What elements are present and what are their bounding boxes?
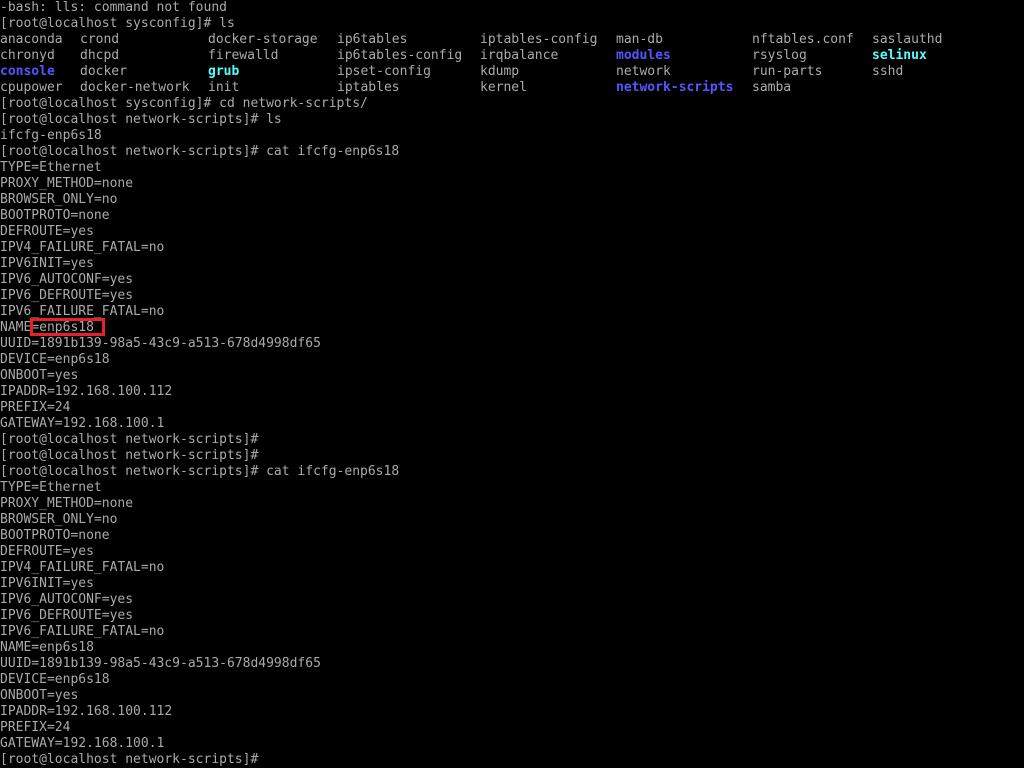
ls-entry-file: ip6tables <box>337 32 408 47</box>
ls-entry-file: anaconda <box>0 32 63 47</box>
terminal-line: -bash: lls: command not found <box>0 0 227 15</box>
prompt-line: [root@localhost sysconfig]# cd network-s… <box>0 96 368 111</box>
output-line: NAME=enp6s18 <box>0 320 94 335</box>
ls-entry-file: irqbalance <box>480 48 559 63</box>
prompt-line: [root@localhost network-scripts]# ls <box>0 112 282 127</box>
output-line: GATEWAY=192.168.100.1 <box>0 416 165 431</box>
ls-entry-file: saslauthd <box>872 32 943 47</box>
ls-entry-file: dhcpd <box>80 48 120 63</box>
terminal-window[interactable]: -bash: lls: command not found [root@loca… <box>0 0 1024 768</box>
output-line: IPV6_FAILURE_FATAL=no <box>0 304 165 319</box>
output-line: UUID=1891b139-98a5-43c9-a513-678d4998df6… <box>0 656 321 671</box>
prompt-line: [root@localhost network-scripts]# <box>0 448 259 463</box>
output-line: UUID=1891b139-98a5-43c9-a513-678d4998df6… <box>0 336 321 351</box>
output-line: DEVICE=enp6s18 <box>0 352 110 367</box>
output-line: DEVICE=enp6s18 <box>0 672 110 687</box>
output-line: IPV6INIT=yes <box>0 256 94 271</box>
ls-entry-file: docker-network <box>80 80 190 95</box>
output-line: IPV6_FAILURE_FATAL=no <box>0 624 165 639</box>
output-line: PROXY_METHOD=none <box>0 496 134 511</box>
prompt-line: [root@localhost network-scripts]# cat if… <box>0 464 400 479</box>
output-line: BROWSER_ONLY=no <box>0 192 118 207</box>
ls-entry-file: docker-storage <box>208 32 318 47</box>
ls-entry-file: firewalld <box>208 48 279 63</box>
output-line: DEFROUTE=yes <box>0 224 94 239</box>
output-line: ifcfg-enp6s18 <box>0 128 102 143</box>
ls-entry-file: ipset-config <box>337 64 431 79</box>
ls-entry-symlink: grub <box>208 64 240 79</box>
ls-row: chronyd dhcpd firewalld ip6tables-config irq… <box>0 48 1024 64</box>
output-line: IPV6_AUTOCONF=yes <box>0 272 134 287</box>
output-line: IPV6_AUTOCONF=yes <box>0 592 134 607</box>
ls-output: anaconda crond docker-storage ip6tables ipta… <box>0 32 1024 96</box>
ls-entry-file: crond <box>80 32 120 47</box>
output-line: NAME=enp6s18 <box>0 640 94 655</box>
output-line: BROWSER_ONLY=no <box>0 512 118 527</box>
output-line: TYPE=Ethernet <box>0 160 102 175</box>
ls-entry-file: kernel <box>480 80 527 95</box>
output-line: IPADDR=192.168.100.112 <box>0 704 173 719</box>
output-line: IPADDR=192.168.100.112 <box>0 384 173 399</box>
output-line: BOOTPROTO=none <box>0 208 110 223</box>
ls-row: console docker grub ipset-config kdump networ… <box>0 64 1024 80</box>
ls-entry-file: man-db <box>616 32 663 47</box>
prompt-line: [root@localhost network-scripts]# <box>0 752 259 767</box>
ls-entry-file: kdump <box>480 64 520 79</box>
ls-entry-file: ip6tables-config <box>337 48 463 63</box>
output-line: BOOTPROTO=none <box>0 528 110 543</box>
ls-entry-file: iptables <box>337 80 400 95</box>
ls-entry-file: rsyslog <box>752 48 807 63</box>
ls-entry-file: network <box>616 64 671 79</box>
output-line: IPV6INIT=yes <box>0 576 94 591</box>
ls-entry-directory: modules <box>616 48 671 63</box>
ls-entry-directory: console <box>0 64 55 79</box>
ls-entry-file: cpupower <box>0 80 63 95</box>
output-line: PREFIX=24 <box>0 400 71 415</box>
ls-entry-file: init <box>208 80 240 95</box>
ls-row: cpupower docker-network init iptables kernel… <box>0 80 1024 96</box>
ls-entry-symlink: selinux <box>872 48 927 63</box>
output-line: IPV6_DEFROUTE=yes <box>0 608 134 623</box>
ls-entry-file: nftables.conf <box>752 32 854 47</box>
output-line: ONBOOT=yes <box>0 368 79 383</box>
output-line: PROXY_METHOD=none <box>0 176 134 191</box>
output-line: ONBOOT=yes <box>0 688 79 703</box>
terminal-line: [root@localhost sysconfig]# ls <box>0 16 235 31</box>
output-line: IPV6_DEFROUTE=yes <box>0 288 134 303</box>
output-line: TYPE=Ethernet <box>0 480 102 495</box>
output-line: PREFIX=24 <box>0 720 71 735</box>
ls-entry-file: docker <box>80 64 127 79</box>
ls-entry-file: sshd <box>872 64 904 79</box>
prompt-line: [root@localhost network-scripts]# cat if… <box>0 144 400 159</box>
ls-entry-file: iptables-config <box>480 32 598 47</box>
ls-entry-file: chronyd <box>0 48 55 63</box>
output-line: IPV4_FAILURE_FATAL=no <box>0 560 165 575</box>
output-line: DEFROUTE=yes <box>0 544 94 559</box>
ls-row: anaconda crond docker-storage ip6tables ipta… <box>0 32 1024 48</box>
prompt-line: [root@localhost network-scripts]# <box>0 432 259 447</box>
ls-entry-file: run-parts <box>752 64 823 79</box>
terminal-output: [root@localhost sysconfig]# cd network-s… <box>0 96 1024 768</box>
ls-entry-directory: network-scripts <box>616 80 734 95</box>
output-line: IPV4_FAILURE_FATAL=no <box>0 240 165 255</box>
ls-entry-file: samba <box>752 80 792 95</box>
output-line: GATEWAY=192.168.100.1 <box>0 736 165 751</box>
